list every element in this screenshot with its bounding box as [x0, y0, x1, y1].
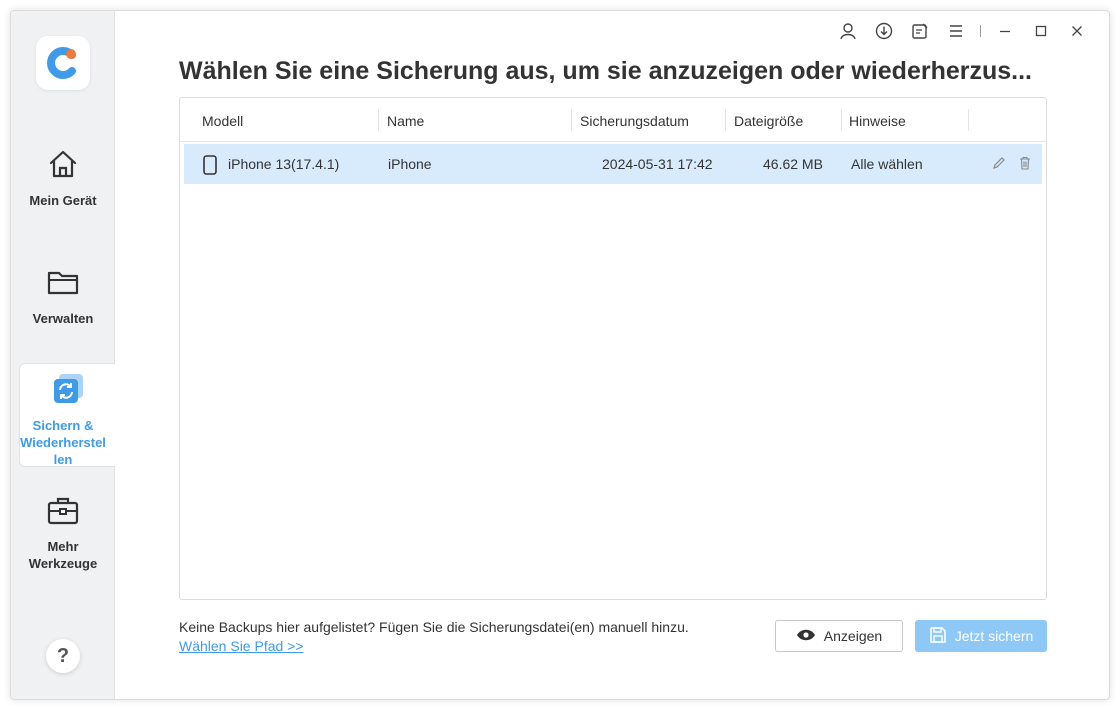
cell-note: Alle wählen — [851, 156, 923, 172]
cell-date: 2024-05-31 17:42 — [602, 156, 713, 172]
toolbox-icon — [11, 493, 115, 532]
sidebar-item-mein-geraet[interactable]: Mein Gerät — [11, 147, 115, 209]
column-header-hinweise[interactable]: Hinweise — [849, 98, 906, 142]
feedback-icon[interactable] — [902, 21, 938, 41]
page-title: Wählen Sie eine Sicherung aus, um sie an… — [179, 57, 1033, 85]
column-divider — [725, 109, 726, 131]
sidebar-item-label: Mein Gerät — [29, 193, 97, 208]
minimize-icon[interactable] — [987, 21, 1023, 41]
maximize-icon[interactable] — [1023, 21, 1059, 41]
phone-icon — [203, 155, 217, 180]
sidebar-item-mehr-werkzeuge[interactable]: Mehr Werkzeuge — [11, 493, 115, 572]
column-divider — [841, 109, 842, 131]
sidebar-item-label: Verwalten — [32, 311, 94, 326]
app-logo-icon — [36, 36, 90, 90]
view-button-label: Anzeigen — [823, 628, 883, 644]
close-icon[interactable] — [1059, 21, 1095, 41]
table-row[interactable]: iPhone 13(17.4.1) iPhone 2024-05-31 17:4… — [184, 144, 1042, 184]
delete-icon[interactable] — [1018, 156, 1032, 175]
cell-model: iPhone 13(17.4.1) — [228, 156, 340, 172]
backup-restore-icon — [20, 372, 115, 411]
cell-size: 46.62 MB — [763, 156, 823, 172]
view-button[interactable]: Anzeigen — [775, 620, 903, 652]
save-icon — [929, 626, 947, 647]
column-divider — [968, 109, 969, 131]
help-button[interactable]: ? — [46, 639, 80, 673]
column-divider — [571, 109, 572, 131]
divider — [980, 25, 981, 37]
home-icon — [11, 147, 115, 186]
sidebar-item-sichern-wiederherstellen[interactable]: Sichern & Wiederherstel len — [19, 363, 115, 467]
backup-table: Modell Name Sicherungsdatum Dateigröße H… — [179, 97, 1047, 600]
app-window: Mein Gerät Verwalten Sichern & Wiederher… — [10, 10, 1110, 700]
eye-icon — [796, 628, 816, 644]
column-header-dateigroesse[interactable]: Dateigröße — [734, 98, 803, 142]
sidebar-item-verwalten[interactable]: Verwalten — [11, 265, 115, 327]
column-header-sicherungsdatum[interactable]: Sicherungsdatum — [580, 98, 689, 142]
download-icon[interactable] — [866, 21, 902, 41]
sidebar-item-label: Mehr Werkzeuge — [28, 539, 98, 571]
choose-path-link[interactable]: Wählen Sie Pfad >> — [179, 638, 304, 654]
column-header-name[interactable]: Name — [387, 98, 424, 142]
footer-note: Keine Backups hier aufgelistet? Fügen Si… — [179, 619, 689, 635]
cell-name: iPhone — [388, 156, 432, 172]
backup-now-button-label: Jetzt sichern — [954, 628, 1034, 644]
sidebar-item-label: Sichern & Wiederherstel len — [20, 418, 106, 467]
column-header-modell[interactable]: Modell — [202, 98, 243, 142]
folder-icon — [11, 265, 115, 304]
user-icon[interactable] — [830, 21, 866, 41]
table-header: Modell Name Sicherungsdatum Dateigröße H… — [180, 98, 1046, 142]
column-divider — [378, 109, 379, 131]
window-controls — [830, 21, 1095, 41]
sidebar: Mein Gerät Verwalten Sichern & Wiederher… — [11, 11, 115, 699]
edit-icon[interactable] — [992, 156, 1006, 175]
backup-now-button[interactable]: Jetzt sichern — [915, 620, 1047, 652]
menu-icon[interactable] — [938, 21, 974, 41]
